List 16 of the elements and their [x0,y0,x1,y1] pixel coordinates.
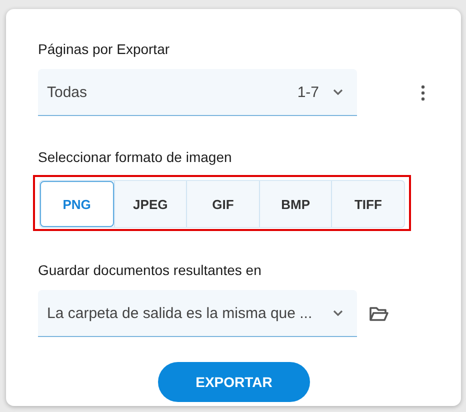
format-tab[interactable]: BMP [258,181,332,227]
chevron-down-icon [333,310,343,316]
output-folder-dropdown[interactable]: La carpeta de salida es la misma que ... [38,290,357,337]
format-tab[interactable]: JPEG [114,181,186,227]
folder-icon[interactable] [369,306,389,322]
chevron-down-icon [333,89,343,95]
pages-dropdown[interactable]: Todas 1-7 [38,69,357,116]
format-tab[interactable]: TIFF [331,181,404,227]
export-button[interactable]: EXPORTAR [158,362,310,402]
more-options-icon[interactable] [421,84,425,100]
format-tab[interactable]: PNG [40,181,114,227]
section-label: Guardar documentos resultantes en [38,262,262,280]
section-label: Seleccionar formato de imagen [38,149,233,167]
section-label: Páginas por Exportar [38,41,171,59]
page-range: 1-7 [297,84,319,100]
format-tab[interactable]: GIF [186,181,259,227]
